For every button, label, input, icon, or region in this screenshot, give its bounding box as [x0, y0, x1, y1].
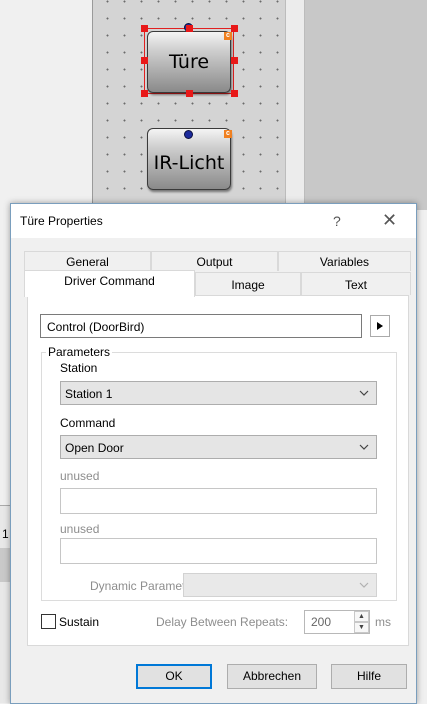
chevron-down-icon — [359, 444, 369, 450]
sustain-label: Sustain — [59, 615, 100, 629]
tab-variables[interactable]: Variables — [278, 251, 411, 271]
dynamic-parameter-dropdown[interactable] — [183, 573, 377, 597]
delay-value: 200 — [311, 615, 332, 629]
tab-label: Text — [344, 278, 367, 292]
driver-expand-button[interactable] — [370, 315, 390, 337]
tab-page-driver-command: Control (DoorBird) Parameters Station St… — [27, 295, 409, 646]
device-label: IR-Licht — [153, 152, 225, 174]
resize-handle-e[interactable] — [231, 57, 238, 64]
tab-driver-command[interactable]: Driver Command — [24, 270, 195, 297]
ok-button[interactable]: OK — [136, 664, 212, 689]
station-value: Station 1 — [65, 387, 113, 401]
tab-image[interactable]: Image — [195, 272, 301, 295]
station-label: Station — [60, 361, 98, 375]
canvas-scroll-strip[interactable] — [285, 0, 305, 210]
command-dropdown[interactable]: Open Door — [60, 435, 377, 459]
cancel-button[interactable]: Abbrechen — [227, 664, 317, 689]
status-dot-icon — [184, 130, 193, 139]
tab-label: Image — [231, 278, 265, 292]
tab-label: Driver Command — [64, 274, 155, 288]
chevron-down-icon — [359, 582, 369, 588]
driver-field[interactable]: Control (DoorBird) — [40, 314, 362, 338]
unused2-input[interactable] — [60, 538, 377, 564]
tab-text[interactable]: Text — [301, 272, 411, 295]
device-button-tuere[interactable]: Türe — [147, 31, 231, 93]
resize-handle-w[interactable] — [141, 57, 148, 64]
chevron-down-icon — [359, 390, 369, 396]
resize-handle-se[interactable] — [231, 90, 238, 97]
canvas-background-right — [305, 0, 427, 210]
command-value: Open Door — [65, 441, 124, 455]
help-icon[interactable]: ? — [333, 213, 341, 229]
resize-handle-n[interactable] — [186, 25, 193, 32]
tab-label: General — [66, 255, 109, 269]
help-button[interactable]: Hilfe — [331, 664, 407, 689]
resize-handle-ne[interactable] — [231, 25, 238, 32]
triangle-right-icon — [377, 322, 383, 330]
tab-general[interactable]: General — [24, 251, 151, 271]
spin-up-icon[interactable]: ▲ — [354, 611, 369, 622]
close-icon[interactable]: ✕ — [382, 210, 397, 231]
dialog-titlebar[interactable]: Türe Properties ? ✕ — [11, 204, 416, 238]
tab-label: Output — [196, 255, 233, 269]
background-window-row — [0, 548, 10, 582]
device-badge: c — [224, 130, 232, 138]
unused1-input[interactable] — [60, 488, 377, 514]
properties-dialog: Türe Properties ? ✕ General Output Varia… — [10, 203, 417, 704]
spin-down-icon[interactable]: ▼ — [354, 622, 369, 633]
station-dropdown[interactable]: Station 1 — [60, 381, 377, 405]
unused2-label: unused — [60, 522, 100, 536]
resize-handle-nw[interactable] — [141, 25, 148, 32]
resize-handle-s[interactable] — [186, 90, 193, 97]
command-label: Command — [60, 416, 116, 430]
tab-output[interactable]: Output — [151, 251, 278, 271]
sustain-checkbox[interactable] — [41, 614, 56, 629]
delay-label: Delay Between Repeats: — [156, 615, 289, 629]
delay-spinbox[interactable]: 200 ▲ ▼ — [304, 610, 370, 634]
tab-label: Variables — [319, 255, 370, 269]
background-row-number: 1 — [2, 527, 9, 541]
dialog-title: Türe Properties — [20, 214, 103, 228]
parameters-group-label: Parameters — [46, 345, 113, 359]
unused1-label: unused — [60, 469, 100, 483]
delay-unit: ms — [375, 615, 391, 629]
device-label: Türe — [168, 51, 210, 73]
device-badge: c — [224, 32, 232, 40]
resize-handle-sw[interactable] — [141, 90, 148, 97]
driver-value: Control (DoorBird) — [47, 320, 145, 334]
